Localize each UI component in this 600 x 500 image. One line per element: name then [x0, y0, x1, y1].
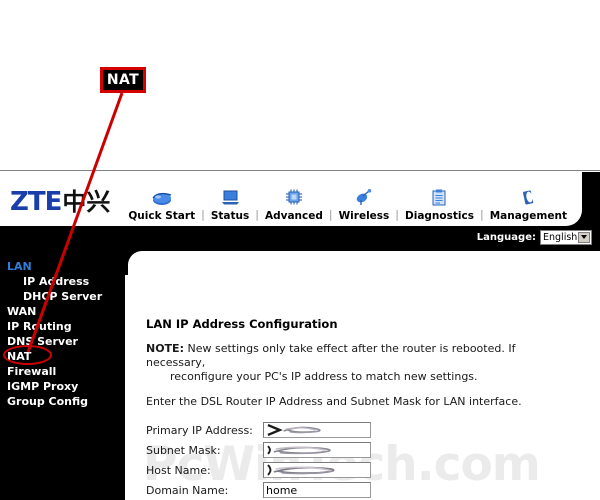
top-navigation: Quick Start | Status | Advanced | Wirele… — [122, 172, 573, 226]
field-label-domain-name: Domain Name: — [146, 483, 229, 497]
primary-ip-address-input[interactable] — [263, 422, 371, 438]
nav-label-diagnostics: Diagnostics — [405, 210, 474, 222]
sidebar-item-nat[interactable]: NAT — [0, 349, 125, 364]
nav-label-advanced: Advanced — [264, 210, 323, 222]
antenna-icon — [354, 187, 374, 209]
sidebar-item-wan[interactable]: WAN — [0, 304, 125, 319]
redacted-scribble — [267, 424, 321, 436]
note-prefix: NOTE: — [146, 342, 184, 355]
screenshot-root: NAT ZTE 中兴 Quick Start | Status | Advanc… — [0, 0, 600, 500]
sidebar: LAN IP Address DHCP Server WAN IP Routin… — [0, 248, 125, 500]
field-label-host-name: Host Name: — [146, 463, 211, 477]
masthead: ZTE 中兴 Quick Start | Status | Advanced |… — [0, 172, 582, 226]
field-row-subnet-mask: Subnet Mask: — [146, 441, 600, 459]
nat-callout-box: NAT — [100, 67, 146, 93]
main-content-panel: PcWinTech.com LAN IP Address Configurati… — [128, 251, 600, 500]
sidebar-item-firewall[interactable]: Firewall — [0, 364, 125, 379]
nav-item-diagnostics[interactable]: Diagnostics — [399, 187, 480, 222]
router-web-ui: ZTE 中兴 Quick Start | Status | Advanced |… — [0, 170, 600, 500]
zte-logo: ZTE 中兴 — [10, 182, 110, 217]
subnet-mask-input[interactable] — [263, 442, 371, 458]
field-row-host-name: Host Name: — [146, 461, 600, 479]
laptop-icon — [220, 187, 240, 209]
zte-logo-text: ZTE — [10, 186, 62, 217]
domain-name-input[interactable]: home — [263, 482, 371, 498]
sidebar-item-ip-address[interactable]: IP Address — [0, 274, 125, 289]
host-name-input[interactable] — [263, 462, 371, 478]
nav-item-status[interactable]: Status — [205, 187, 255, 222]
sidebar-item-dns-server[interactable]: DNS Server — [0, 334, 125, 349]
note-block: NOTE: New settings only take effect afte… — [146, 342, 546, 384]
nav-item-wireless[interactable]: Wireless — [333, 187, 396, 222]
nav-label-wireless: Wireless — [338, 210, 390, 222]
field-row-domain-name: Domain Name: home — [146, 481, 600, 499]
sidebar-item-ip-routing[interactable]: IP Routing — [0, 319, 125, 334]
sidebar-item-lan[interactable]: LAN — [0, 259, 125, 274]
nav-label-management: Management — [489, 210, 567, 222]
field-label-primary-ip: Primary IP Address: — [146, 423, 253, 437]
nav-item-management[interactable]: Management — [484, 187, 573, 222]
field-label-subnet-mask: Subnet Mask: — [146, 443, 221, 457]
sidebar-item-dhcp-server[interactable]: DHCP Server — [0, 289, 125, 304]
nav-label-quick-start: Quick Start — [128, 210, 196, 222]
page-title: LAN IP Address Configuration — [146, 317, 338, 331]
language-selected-value: English — [543, 231, 578, 243]
database-icon — [519, 187, 537, 209]
sidebar-item-igmp-proxy[interactable]: IGMP Proxy — [0, 379, 125, 394]
note-line-2: reconfigure your PC's IP address to matc… — [170, 370, 478, 383]
language-select[interactable]: English — [540, 229, 592, 245]
field-row-primary-ip: Primary IP Address: — [146, 421, 600, 439]
language-label: Language: — [476, 231, 536, 243]
mouse-icon — [151, 187, 173, 209]
redacted-scribble — [267, 445, 331, 455]
zte-logo-chinese: 中兴 — [62, 187, 111, 216]
chip-icon — [284, 187, 304, 209]
chevron-down-icon[interactable] — [578, 231, 590, 243]
nav-item-advanced[interactable]: Advanced — [259, 187, 329, 222]
language-bar: Language: English — [0, 226, 600, 248]
redacted-scribble — [267, 464, 335, 476]
nav-item-quick-start[interactable]: Quick Start — [122, 187, 201, 222]
intro-text: Enter the DSL Router IP Address and Subn… — [146, 395, 522, 408]
note-line-1: New settings only take effect after the … — [146, 342, 516, 369]
clipboard-icon — [430, 187, 448, 209]
sidebar-item-group-config[interactable]: Group Config — [0, 394, 125, 409]
nat-callout-label: NAT — [106, 72, 140, 88]
nav-label-status: Status — [210, 210, 250, 222]
